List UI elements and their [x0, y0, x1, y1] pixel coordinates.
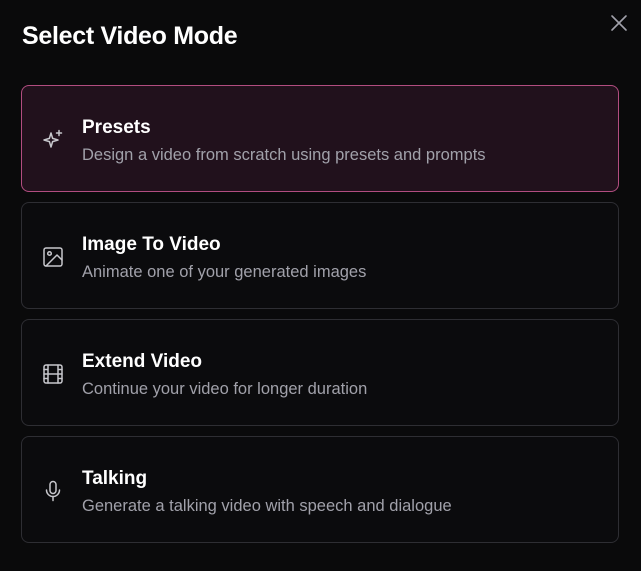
option-talking[interactable]: Talking Generate a talking video with sp…: [21, 436, 619, 543]
option-description: Generate a talking video with speech and…: [82, 497, 452, 515]
sparkles-icon: [41, 128, 65, 152]
option-description: Continue your video for longer duration: [82, 380, 368, 398]
option-label: Talking: [82, 468, 148, 489]
select-video-mode-dialog: Select Video Mode Presets Design a video…: [0, 0, 641, 571]
close-button[interactable]: [606, 10, 632, 36]
film-icon: [41, 362, 65, 386]
mode-options-list: Presets Design a video from scratch usin…: [21, 85, 619, 553]
microphone-icon: [41, 479, 65, 503]
dialog-title: Select Video Mode: [22, 22, 238, 50]
option-extend-video[interactable]: Extend Video Continue your video for lon…: [21, 319, 619, 426]
close-icon: [610, 14, 628, 32]
option-image-to-video[interactable]: Image To Video Animate one of your gener…: [21, 202, 619, 309]
option-label: Extend Video: [82, 351, 203, 372]
image-icon: [41, 245, 65, 269]
option-label: Presets: [82, 117, 151, 138]
option-description: Design a video from scratch using preset…: [82, 146, 486, 164]
option-presets[interactable]: Presets Design a video from scratch usin…: [21, 85, 619, 192]
option-label: Image To Video: [82, 234, 221, 255]
option-description: Animate one of your generated images: [82, 263, 367, 281]
